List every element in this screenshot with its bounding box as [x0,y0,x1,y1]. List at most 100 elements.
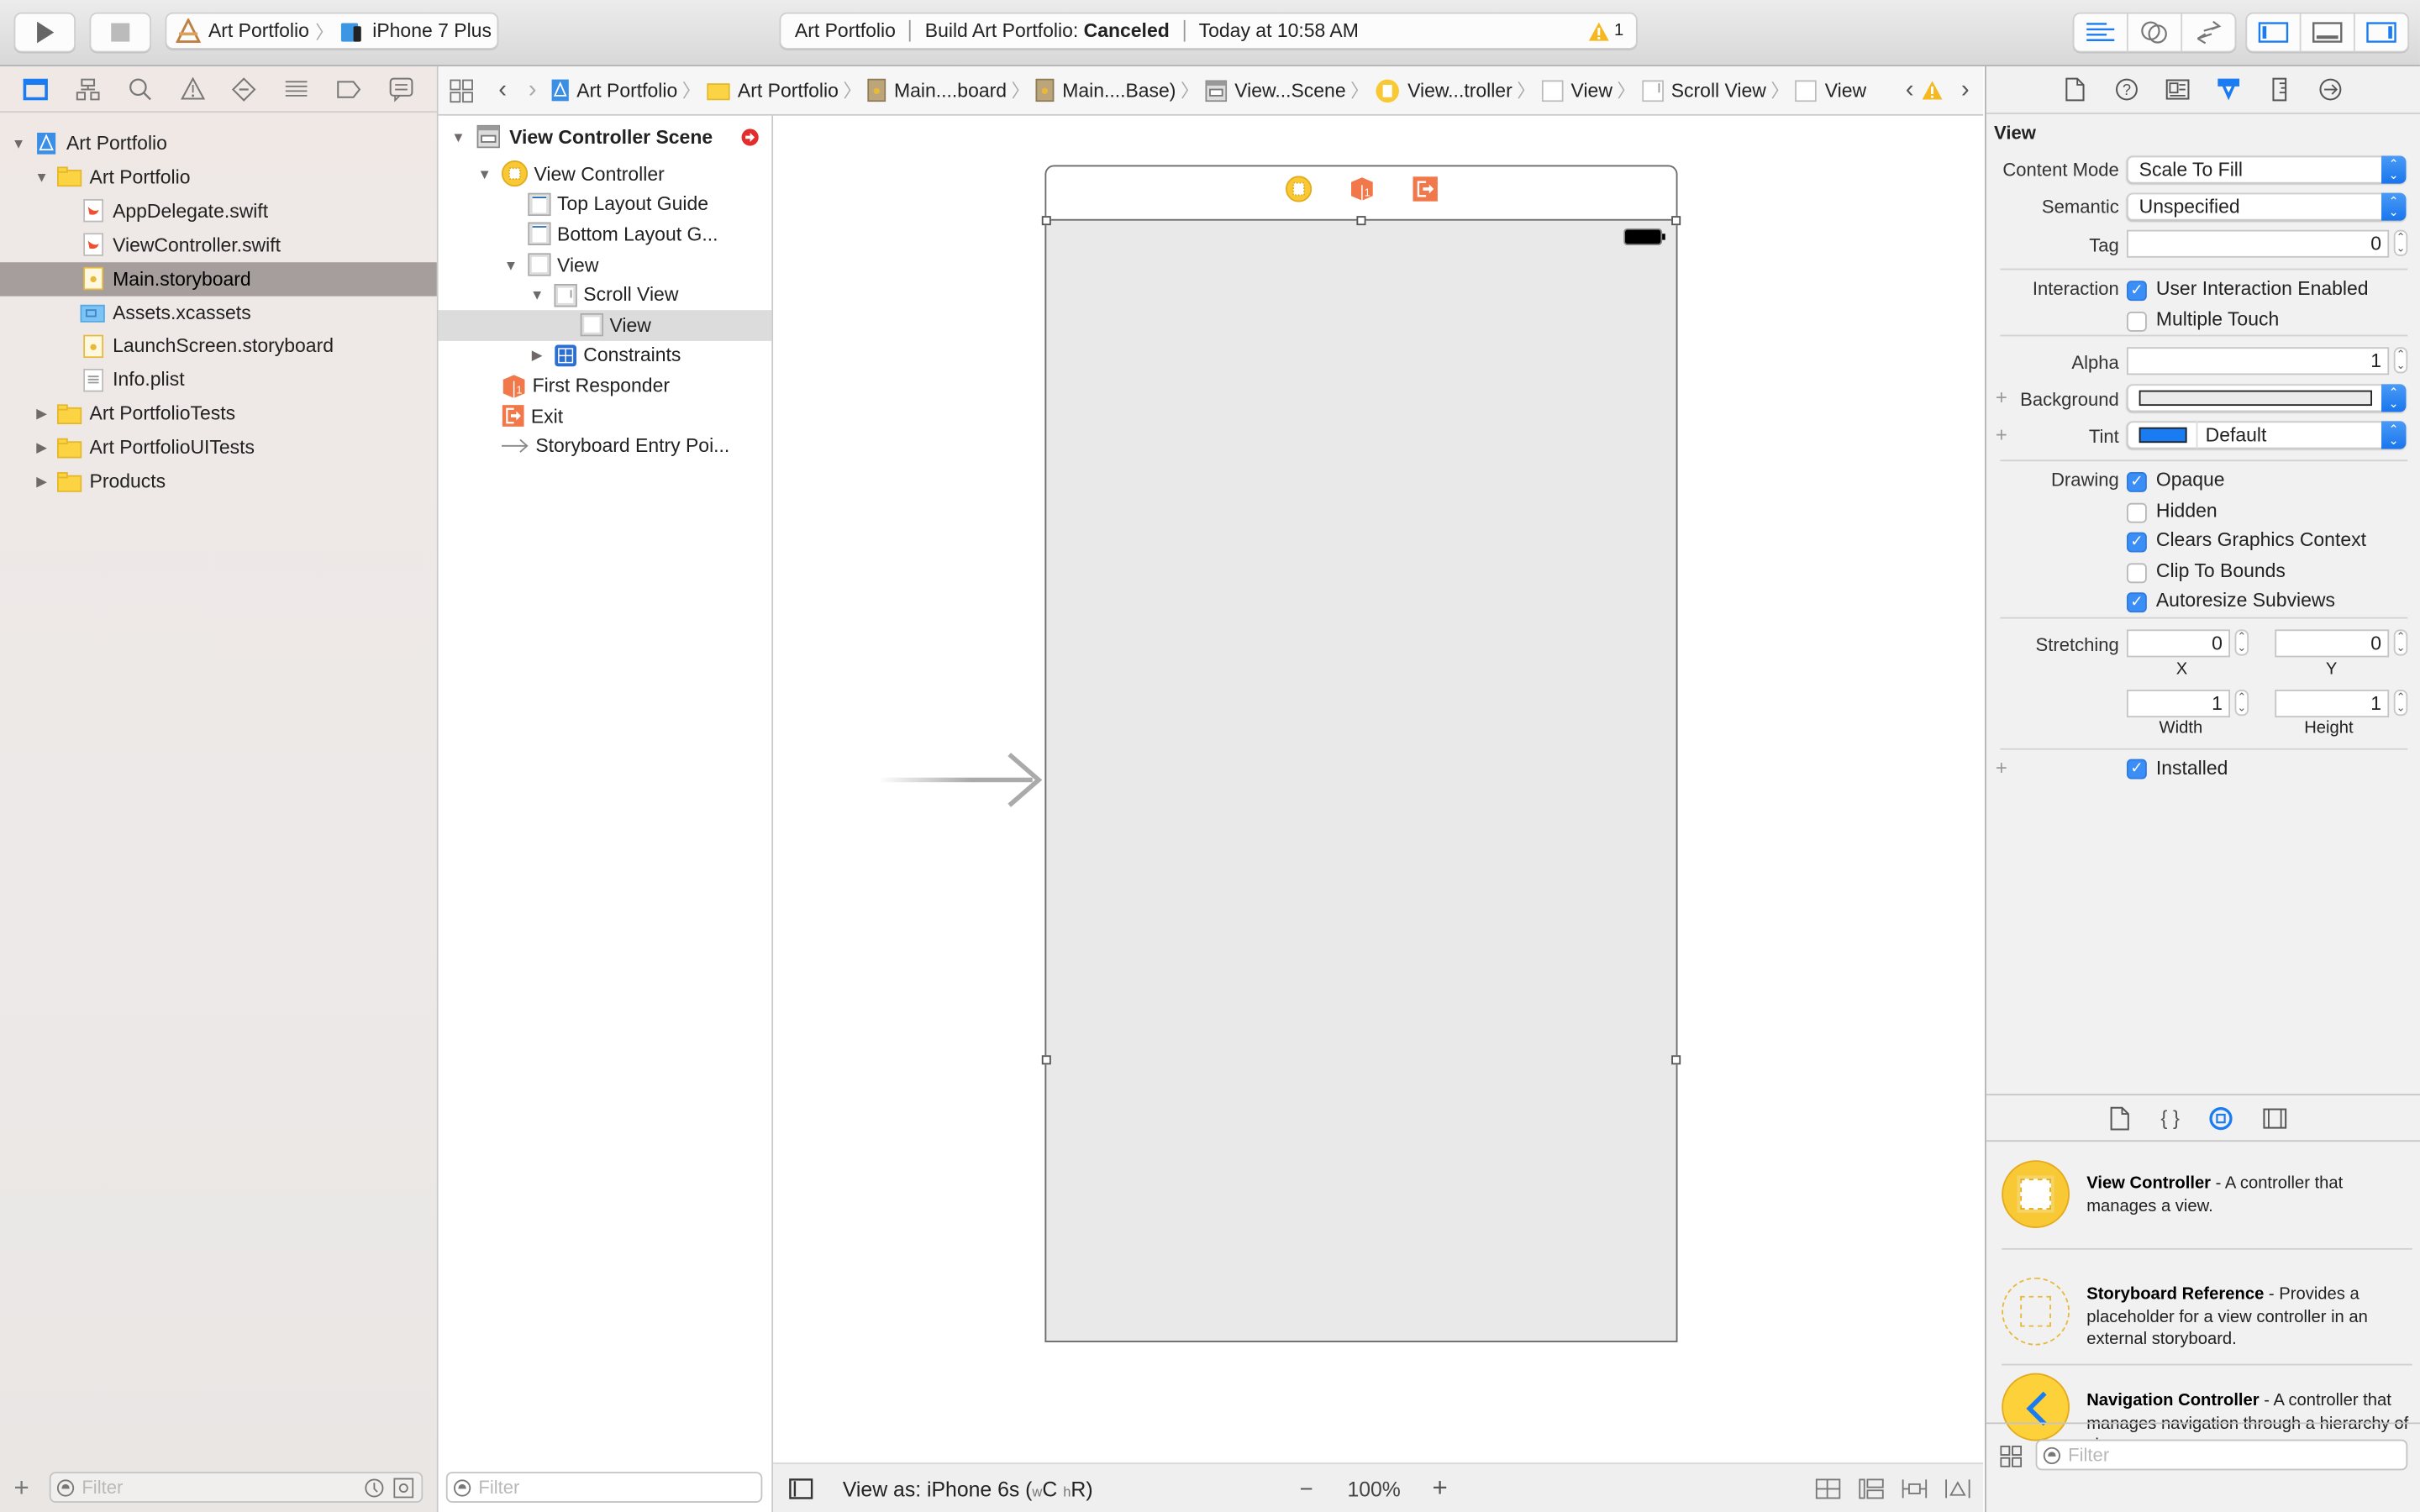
checkbox[interactable]: ✓ [2126,472,2147,492]
resize-handle-top-right[interactable] [1671,216,1681,226]
alpha-field[interactable]: 1 [2126,347,2390,375]
breadcrumb-item[interactable]: View...Scene 〉 [1201,77,1370,103]
scene-exit-segue-icon[interactable] [741,128,760,146]
pin-icon[interactable] [1902,1478,1928,1500]
disclosure-expanded-icon[interactable]: ▼ [477,166,492,181]
stretching-width-field[interactable]: 1 [2126,690,2231,718]
update-frames-icon[interactable] [1815,1478,1841,1500]
view-controller-dock-icon[interactable] [1285,176,1312,202]
outline-item[interactable]: ▼ View Controller [439,159,772,189]
disclosure-expanded-icon[interactable]: ▼ [11,136,26,151]
media-library-icon[interactable] [2263,1107,2287,1129]
forward-button[interactable]: › [529,76,537,104]
disclosure-expanded-icon[interactable]: ▼ [34,170,49,185]
warning-indicator[interactable]: 1 [1588,21,1623,41]
object-library-icon[interactable] [2209,1105,2233,1130]
checkbox[interactable] [2126,311,2147,332]
file-tree-item[interactable]: Info.plist [0,363,437,396]
tag-stepper[interactable]: ⌃ ⌄ [2393,229,2408,256]
disclosure-expanded-icon[interactable]: ▼ [529,287,544,302]
resize-handle-top[interactable] [1356,216,1366,226]
breadcrumb-item[interactable]: View [1791,79,1866,102]
standard-editor-button[interactable] [2075,13,2128,51]
stack-icon[interactable] [1858,1478,1884,1500]
file-tree-item[interactable]: ▶ Art PortfolioUITests [0,431,437,465]
resize-handle-top-left[interactable] [1041,216,1051,226]
view-as-button[interactable]: View as: iPhone 6s (wC hR) [843,1478,1093,1501]
file-tree-item[interactable]: LaunchScreen.storyboard [0,329,437,363]
disclosure-expanded-icon[interactable]: ▼ [450,129,466,144]
tint-swatch-well[interactable] [2128,421,2198,449]
zoom-out-button[interactable]: − [1300,1476,1313,1502]
file-tree-item[interactable]: AppDelegate.swift [0,194,437,228]
grid-view-icon[interactable] [2000,1445,2023,1467]
stretching-y-field[interactable]: 0 [2275,629,2390,658]
library-filter-input[interactable]: Filter [2035,1439,2408,1471]
outline-item[interactable]: Exit [439,401,772,431]
file-tree-item[interactable]: ▶ Products [0,465,437,498]
background-color-popup[interactable]: ⌃ ⌄ [2126,384,2407,412]
next-issue-button[interactable]: › [1961,76,1970,104]
related-items-icon[interactable] [449,78,473,102]
warning-triangle-icon[interactable] [180,76,205,101]
search-icon[interactable] [128,77,152,101]
file-tree-item[interactable]: ViewController.swift [0,228,437,261]
breadcrumb-item[interactable]: Art Portfolio 〉 [702,77,864,103]
breakpoint-tag-icon[interactable] [337,80,361,98]
outline-item[interactable]: ▶ Constraints [439,340,772,370]
file-tree-item[interactable]: ▶ Art PortfolioTests [0,396,437,430]
stretching-width-stepper[interactable]: ⌃ ⌄ [2234,690,2249,717]
report-bubble-icon[interactable] [389,76,413,102]
file-template-icon[interactable] [2110,1105,2132,1130]
outline-item[interactable]: Storyboard Entry Poi... [439,431,772,461]
exit-dock-icon[interactable] [1412,176,1438,202]
back-button[interactable]: ‹ [498,76,507,104]
disclosure-collapsed-icon[interactable]: ▶ [34,405,49,421]
file-tree-item[interactable]: Assets.xcassets [0,296,437,329]
test-diamond-icon[interactable] [232,76,257,101]
installed-checkbox[interactable]: ✓ [2126,759,2147,780]
library-item[interactable]: Storyboard Reference - Provides a placeh… [1986,1262,2420,1367]
resize-handle-right[interactable] [1671,1055,1681,1065]
run-button[interactable] [13,12,76,53]
semantic-popup[interactable]: Unspecified ⌃ ⌄ [2126,192,2407,221]
breadcrumb-item[interactable]: Main....board 〉 [863,77,1031,103]
resolve-issues-icon[interactable] [1944,1478,1970,1500]
resize-handle-left[interactable] [1041,1055,1051,1065]
disclosure-expanded-icon[interactable]: ▼ [503,257,518,272]
checkbox[interactable]: ✓ [2126,593,2147,613]
attributes-inspector-icon[interactable] [2213,76,2244,103]
assistant-editor-button[interactable] [2128,13,2183,51]
stretching-x-stepper[interactable]: ⌃ ⌄ [2234,629,2249,656]
breadcrumb-item[interactable]: Main....Base) 〉 [1031,77,1200,103]
breadcrumb-item[interactable]: View 〉 [1537,77,1637,103]
outline-item[interactable]: View [438,310,772,341]
breadcrumb-item[interactable]: Art Portfolio 〉 [546,77,702,103]
checkbox[interactable] [2126,502,2147,522]
connections-inspector-icon[interactable] [2315,77,2346,102]
recent-files-clock-icon[interactable] [364,1478,384,1498]
disclosure-collapsed-icon[interactable]: ▶ [529,347,544,363]
stretching-height-stepper[interactable]: ⌃ ⌄ [2393,690,2408,717]
folder-navigator-icon[interactable] [23,77,48,100]
hierarchy-icon[interactable] [76,77,100,100]
outline-scene-row[interactable]: ▼ View Controller Scene [439,122,772,152]
library-item[interactable]: View Controller - A controller that mana… [1986,1156,2420,1261]
stretching-x-field[interactable]: 0 [2126,629,2231,658]
scm-status-icon[interactable] [393,1477,414,1498]
breadcrumb-item[interactable]: View...troller 〉 [1370,77,1537,103]
stop-button[interactable] [89,12,151,53]
outline-filter-input[interactable]: Filter [445,1472,763,1503]
code-snippet-icon[interactable]: { } [2160,1106,2180,1130]
file-tree-item[interactable]: ▼ Art Portfolio [0,127,437,160]
previous-issue-button[interactable]: ‹ [1906,76,1914,104]
file-tree-item[interactable]: Main.storyboard [0,261,437,296]
storyboard-entry-arrow[interactable] [872,750,1045,811]
outline-item[interactable]: ▼ View [439,249,772,280]
identity-inspector-icon[interactable] [2162,77,2193,102]
quick-help-icon[interactable]: ? [2112,77,2143,102]
stretching-y-stepper[interactable]: ⌃ ⌄ [2393,629,2408,656]
checkbox[interactable]: ✓ [2126,281,2147,302]
outline-item[interactable]: Top Layout Guide [439,189,772,219]
disclosure-collapsed-icon[interactable]: ▶ [34,439,49,455]
